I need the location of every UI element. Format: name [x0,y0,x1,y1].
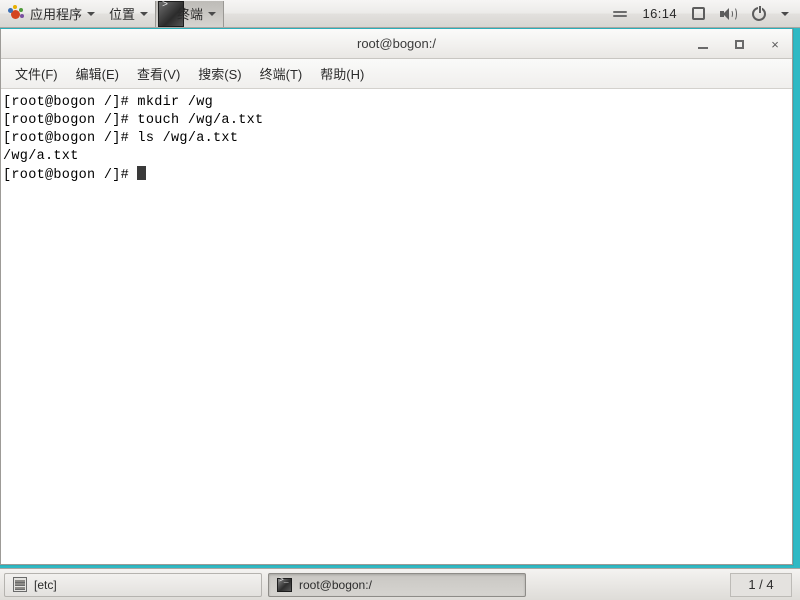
panel-menu-applications-label: 应用程序 [30,7,83,22]
top-panel: 应用程序 位置 终端 16:14 [0,0,800,28]
menu-search[interactable]: 搜索(S) [189,60,250,87]
taskbar-item-terminal[interactable]: root@bogon:/ [268,572,526,597]
minimize-button[interactable] [692,33,714,55]
terminal-line: [root@bogon /]# ls /wg/a.txt [3,131,239,146]
terminal-prompt: [root@bogon /]# [3,168,138,183]
menu-file[interactable]: 文件(F) [6,60,67,87]
terminal-cursor [137,166,147,180]
taskbar-item-etc[interactable]: [etc] [4,572,262,597]
panel-menu-applications[interactable]: 应用程序 [0,1,102,27]
terminal-line: /wg/a.txt [3,149,79,164]
workspace-switcher[interactable]: 1 / 4 [730,572,792,597]
terminal-icon [277,576,292,592]
menu-view[interactable]: 查看(V) [128,60,189,87]
terminal-prompt-line: [root@bogon /]# [3,166,792,185]
power-icon[interactable] [749,1,769,27]
terminal-line: [root@bogon /]# touch /wg/a.txt [3,113,264,128]
terminal-output-area[interactable]: [root@bogon /]# mkdir /wg [root@bogon /]… [1,90,792,564]
menu-edit[interactable]: 编辑(E) [67,60,128,87]
bottom-panel: [etc] root@bogon:/ 1 / 4 [0,568,800,600]
panel-menu-places[interactable]: 位置 [102,1,155,27]
chevron-down-icon [140,11,149,16]
drawer-icon [13,577,27,592]
menu-terminal[interactable]: 终端(T) [251,60,312,87]
panel-menu-terminal[interactable]: 终端 [155,0,225,27]
volume-icon[interactable] [717,1,740,27]
chevron-down-icon[interactable] [778,1,792,27]
chevron-down-icon [87,11,96,16]
terminal-line: [root@bogon /]# mkdir /wg [3,95,214,110]
clock[interactable]: 16:14 [639,1,680,27]
terminal-window: root@bogon:/ × 文件(F) 编辑(E) 查看(V) 搜索(S) 终… [0,29,793,565]
window-title: root@bogon:/ [357,36,436,51]
chevron-down-icon [208,11,217,16]
menu-lines-icon[interactable] [610,1,630,27]
panel-tray: 16:14 [610,1,800,27]
display-icon[interactable] [689,1,708,27]
menubar: 文件(F) 编辑(E) 查看(V) 搜索(S) 终端(T) 帮助(H) [1,59,792,89]
window-controls: × [692,29,786,59]
taskbar-item-terminal-label: root@bogon:/ [299,577,372,592]
titlebar[interactable]: root@bogon:/ × [1,29,792,59]
panel-menu-terminal-label: 终端 [177,7,204,22]
panel-menu-places-label: 位置 [109,7,136,22]
menu-help[interactable]: 帮助(H) [311,60,373,87]
taskbar-item-etc-label: [etc] [34,577,57,592]
gnome-foot-icon [7,4,25,23]
maximize-button[interactable] [728,33,750,55]
close-button[interactable]: × [764,33,786,55]
